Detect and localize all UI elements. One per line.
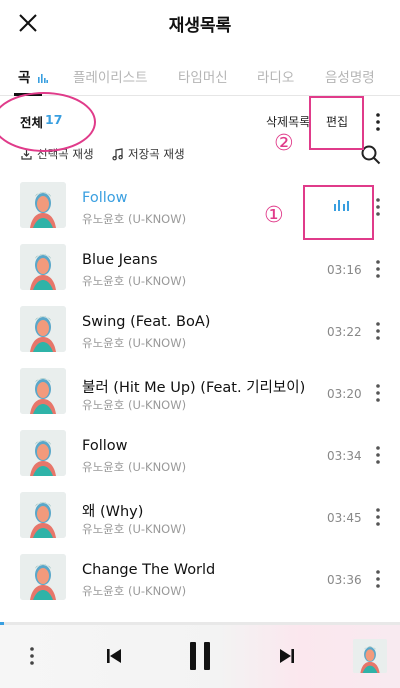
more-vertical-icon[interactable] — [372, 505, 384, 529]
song-title: 불러 (Hit Me Up) (Feat. 기리보이) — [82, 380, 306, 396]
song-duration: 03:20 — [327, 387, 362, 401]
action-row: 선택곡 재생 저장곡 재생 — [0, 142, 400, 168]
tab-bar: 곡 플레이리스트 타임머신 라디오 음성명령 — [0, 56, 400, 96]
song-title: Blue Jeans — [82, 252, 158, 268]
play-saved-label: 저장곡 재생 — [128, 147, 185, 161]
now-playing-cover[interactable] — [353, 639, 387, 673]
album-cover — [20, 554, 66, 600]
more-vertical-icon[interactable] — [372, 381, 384, 405]
edit-button[interactable]: 편집 — [326, 113, 348, 130]
now-playing-equalizer-icon — [334, 200, 349, 211]
song-duration: 03:22 — [327, 325, 362, 339]
previous-track-icon[interactable] — [104, 646, 124, 666]
list-header: 전체 17 삭제목록 편집 — [0, 104, 400, 140]
song-artist: 유노윤호 (U-KNOW) — [82, 398, 187, 412]
progress-fill — [0, 622, 4, 625]
tab-songs-label: 곡 — [18, 70, 31, 86]
more-vertical-icon[interactable] — [372, 319, 384, 343]
active-tab-indicator — [14, 93, 42, 96]
annotation-marker-2: ② — [274, 131, 294, 156]
song-artist: 유노윤호 (U-KNOW) — [82, 460, 187, 474]
total-label: 전체 — [20, 115, 44, 130]
tab-radio[interactable]: 라디오 — [257, 66, 294, 86]
song-title: Change The World — [82, 562, 216, 578]
play-selected-icon — [21, 148, 32, 160]
album-cover — [20, 244, 66, 290]
song-title: Swing (Feat. BoA) — [82, 314, 211, 330]
annotation-marker-1: ① — [264, 203, 284, 228]
album-cover — [20, 430, 66, 476]
song-artist: 유노윤호 (U-KNOW) — [82, 212, 187, 226]
song-row[interactable]: Blue Jeans 유노윤호 (U-KNOW) 03:16 — [0, 236, 400, 298]
album-cover — [20, 306, 66, 352]
song-artist: 유노윤호 (U-KNOW) — [82, 584, 187, 598]
song-row[interactable]: Follow 유노윤호 (U-KNOW) — [0, 174, 400, 236]
more-vertical-icon[interactable] — [372, 257, 384, 281]
total-count: 17 — [45, 112, 63, 127]
mini-player — [0, 622, 400, 688]
song-row[interactable]: Follow 유노윤호 (U-KNOW) 03:34 — [0, 422, 400, 484]
progress-bar[interactable] — [0, 622, 400, 625]
page-title: 재생목록 — [168, 16, 232, 36]
tab-playlists[interactable]: 플레이리스트 — [73, 66, 148, 86]
song-duration: 03:16 — [327, 263, 362, 277]
close-icon[interactable] — [14, 9, 42, 37]
music-note-icon — [112, 147, 123, 160]
delete-list-button[interactable]: 삭제목록 — [266, 113, 310, 130]
song-duration: 03:34 — [327, 449, 362, 463]
more-vertical-icon[interactable] — [372, 110, 384, 134]
song-row[interactable]: 불러 (Hit Me Up) (Feat. 기리보이) 유노윤호 (U-KNOW… — [0, 360, 400, 422]
album-cover — [20, 492, 66, 538]
next-track-icon[interactable] — [277, 646, 297, 666]
album-cover — [20, 182, 66, 228]
more-vertical-icon[interactable] — [372, 567, 384, 591]
tab-songs[interactable]: 곡 — [18, 66, 49, 86]
song-duration: 03:36 — [327, 573, 362, 587]
album-cover — [20, 368, 66, 414]
song-duration: 03:45 — [327, 511, 362, 525]
song-row[interactable]: 왜 (Why) 유노윤호 (U-KNOW) 03:45 — [0, 484, 400, 546]
tab-time-machine[interactable]: 타임머신 — [178, 66, 228, 86]
more-vertical-icon[interactable] — [26, 644, 38, 668]
play-selected-button[interactable]: 선택곡 재생 — [20, 146, 94, 162]
song-title: Follow — [82, 190, 128, 206]
search-icon[interactable] — [360, 144, 382, 166]
more-vertical-icon[interactable] — [372, 443, 384, 467]
play-selected-label: 선택곡 재생 — [37, 147, 94, 161]
song-artist: 유노윤호 (U-KNOW) — [82, 522, 187, 536]
song-row[interactable]: Change The World 유노윤호 (U-KNOW) 03:36 — [0, 546, 400, 608]
more-vertical-icon[interactable] — [372, 195, 384, 219]
header: 재생목록 — [0, 0, 400, 46]
pause-icon[interactable] — [186, 640, 214, 672]
tab-voice-command[interactable]: 음성명령 — [325, 66, 375, 86]
song-artist: 유노윤호 (U-KNOW) — [82, 274, 187, 288]
song-artist: 유노윤호 (U-KNOW) — [82, 336, 187, 350]
equalizer-icon — [38, 74, 49, 83]
song-title: Follow — [82, 438, 128, 454]
song-title: 왜 (Why) — [82, 504, 144, 520]
song-row[interactable]: Swing (Feat. BoA) 유노윤호 (U-KNOW) 03:22 — [0, 298, 400, 360]
play-saved-button[interactable]: 저장곡 재생 — [111, 146, 185, 162]
